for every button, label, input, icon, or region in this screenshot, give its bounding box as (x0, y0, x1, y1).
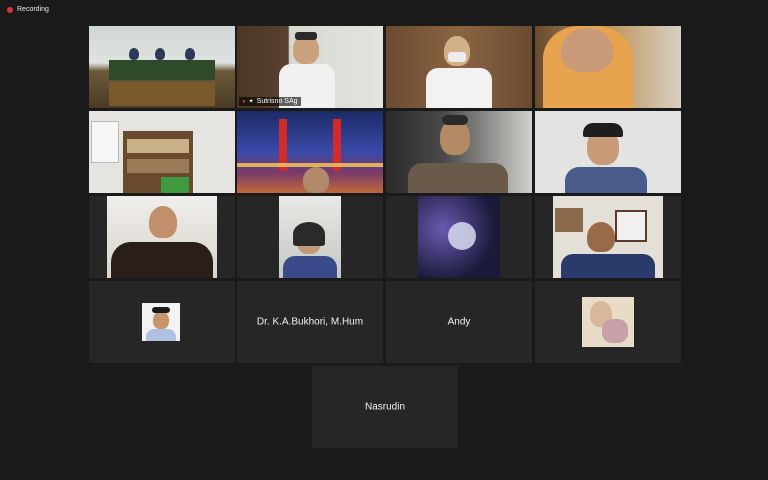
participant-tile-10[interactable] (237, 196, 383, 278)
participant-video (237, 111, 383, 193)
participant-video (89, 26, 235, 108)
participant-profile-photo (582, 297, 634, 347)
participant-tile-6[interactable] (237, 111, 383, 193)
participant-video (279, 196, 341, 278)
mic-muted-icon: ● (242, 98, 246, 105)
participant-tile-17[interactable]: Nasrudin (312, 366, 458, 448)
participant-tile-8[interactable] (535, 111, 681, 193)
participant-video (107, 196, 217, 278)
participant-video (237, 26, 383, 108)
participant-video (535, 26, 681, 108)
participant-video (418, 196, 500, 278)
participant-tile-4[interactable] (535, 26, 681, 108)
participant-tile-9[interactable] (89, 196, 235, 278)
participant-video (386, 111, 532, 193)
participant-tile-2[interactable]: ● ✦ Sutrisno SAg (237, 26, 383, 108)
participant-profile-photo (142, 303, 180, 341)
participant-name: Dr. K.A.Bukhori, M.Hum (256, 316, 364, 328)
recording-label: Recording (17, 6, 49, 13)
participant-tile-7[interactable] (386, 111, 532, 193)
participant-tile-14[interactable]: Dr. K.A.Bukhori, M.Hum (237, 281, 383, 363)
participant-tile-16[interactable] (535, 281, 681, 363)
participant-video (386, 26, 532, 108)
recording-indicator: Recording (7, 6, 49, 13)
participant-nametag: ● ✦ Sutrisno SAg (239, 97, 301, 106)
pin-icon: ✦ (248, 99, 254, 105)
participant-tile-11[interactable] (386, 196, 532, 278)
participant-video (89, 111, 235, 193)
participant-tile-5[interactable] (89, 111, 235, 193)
participant-tile-13[interactable] (89, 281, 235, 363)
participant-tile-1[interactable] (89, 26, 235, 108)
participant-tile-15[interactable]: Andy (386, 281, 532, 363)
recording-dot-icon (7, 6, 13, 13)
participant-name: Sutrisno SAg (256, 98, 298, 105)
participant-tile-12[interactable] (535, 196, 681, 278)
participant-name: Nasrudin (364, 401, 406, 413)
participant-tile-3[interactable] (386, 26, 532, 108)
participant-video (535, 111, 681, 193)
participant-name: Andy (447, 316, 471, 328)
participant-video (553, 196, 663, 278)
